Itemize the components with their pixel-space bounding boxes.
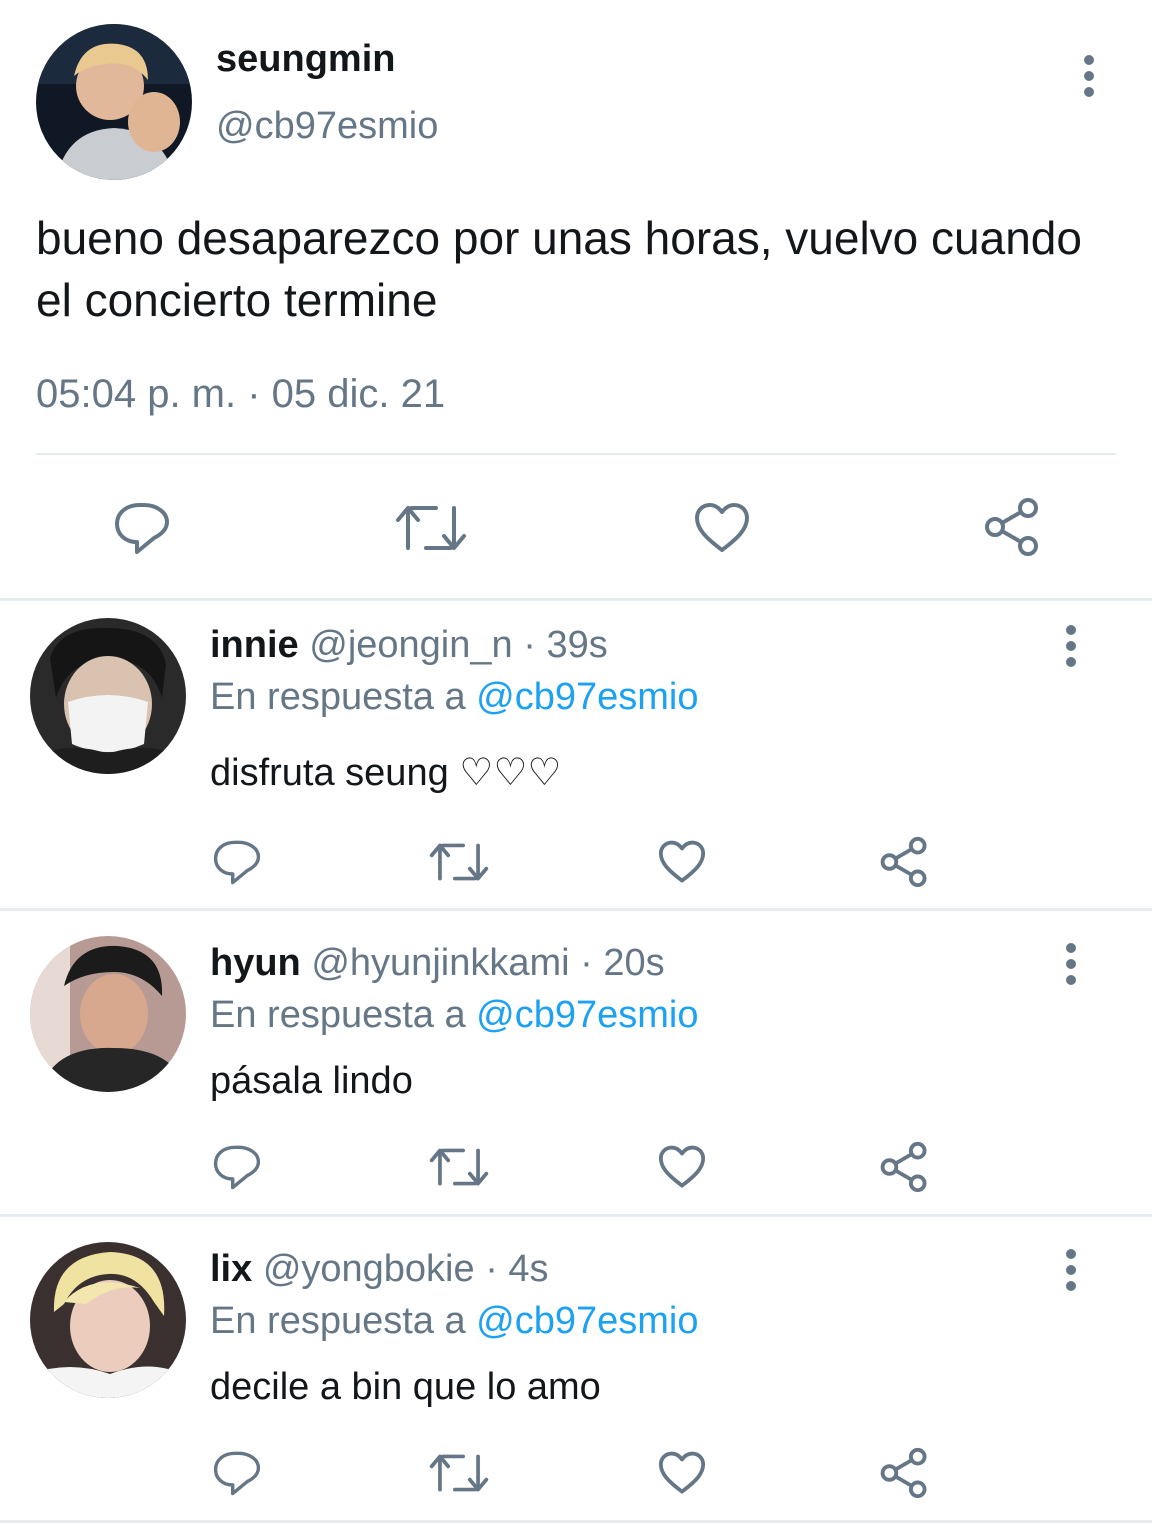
share-icon[interactable]	[880, 836, 928, 888]
reply-prefix: En respuesta a	[210, 1300, 466, 1342]
main-display-name[interactable]: seungmin	[216, 38, 395, 81]
reply-time: 20s	[603, 942, 665, 984]
share-icon[interactable]	[880, 1447, 928, 1499]
reply-display-name[interactable]: hyun	[210, 942, 301, 984]
reply-context: En respuesta a @cb97esmio	[210, 1300, 699, 1343]
reply-header: lix @yongbokie · 4s	[210, 1248, 549, 1291]
divider	[0, 1214, 1152, 1217]
more-options-icon[interactable]	[1061, 1246, 1081, 1294]
reply-handle[interactable]: @hyunjinkkami	[311, 942, 569, 984]
reply-icon[interactable]	[213, 1449, 261, 1497]
divider	[36, 453, 1116, 455]
reply-context: En respuesta a @cb97esmio	[210, 994, 699, 1037]
reply-header: hyun @hyunjinkkami · 20s	[210, 942, 665, 985]
separator-dot: ·	[523, 624, 536, 666]
share-icon[interactable]	[880, 1141, 928, 1193]
reply-time: 4s	[508, 1248, 549, 1290]
reply-time: 39s	[546, 624, 608, 666]
reply-avatar[interactable]	[30, 1242, 186, 1398]
reply-to-link[interactable]: @cb97esmio	[476, 1300, 698, 1342]
reply-text: decile a bin que lo amo	[210, 1366, 601, 1408]
more-options-icon[interactable]	[1079, 52, 1099, 100]
reply-display-name[interactable]: innie	[210, 624, 299, 666]
like-icon[interactable]	[658, 1145, 706, 1189]
share-icon[interactable]	[984, 498, 1040, 556]
reply-context: En respuesta a @cb97esmio	[210, 676, 699, 719]
reply-to-link[interactable]: @cb97esmio	[476, 676, 698, 718]
like-icon[interactable]	[658, 1451, 706, 1495]
retweet-icon[interactable]	[429, 840, 489, 884]
reply-prefix: En respuesta a	[210, 994, 466, 1036]
reply-text: disfruta seung ♡♡♡	[210, 752, 562, 794]
reply-header: innie @jeongin_n · 39s	[210, 624, 608, 667]
reply-icon[interactable]	[114, 500, 170, 556]
reply-icon[interactable]	[213, 838, 261, 886]
more-options-icon[interactable]	[1061, 622, 1081, 670]
reply-handle[interactable]: @yongbokie	[263, 1248, 475, 1290]
retweet-icon[interactable]	[429, 1145, 489, 1189]
retweet-icon[interactable]	[396, 502, 466, 554]
reply-to-link[interactable]: @cb97esmio	[476, 994, 698, 1036]
main-avatar[interactable]	[36, 24, 192, 180]
retweet-icon[interactable]	[429, 1451, 489, 1495]
reply-avatar[interactable]	[30, 618, 186, 774]
divider	[0, 598, 1152, 601]
reply-display-name[interactable]: lix	[210, 1248, 252, 1290]
main-handle[interactable]: @cb97esmio	[216, 105, 438, 148]
reply-icon[interactable]	[213, 1143, 261, 1191]
main-timestamp: 05:04 p. m. · 05 dic. 21	[36, 372, 446, 416]
divider	[0, 1520, 1152, 1523]
more-options-icon[interactable]	[1061, 940, 1081, 988]
reply-avatar[interactable]	[30, 936, 186, 1092]
like-icon[interactable]	[694, 502, 750, 554]
divider	[0, 908, 1152, 911]
reply-text: pásala lindo	[210, 1060, 413, 1102]
like-icon[interactable]	[658, 840, 706, 884]
separator-dot: ·	[485, 1248, 498, 1290]
reply-prefix: En respuesta a	[210, 676, 466, 718]
main-tweet-text: bueno desaparezco por unas horas, vuelvo…	[36, 212, 1082, 326]
separator-dot: ·	[580, 942, 593, 984]
reply-handle[interactable]: @jeongin_n	[309, 624, 512, 666]
